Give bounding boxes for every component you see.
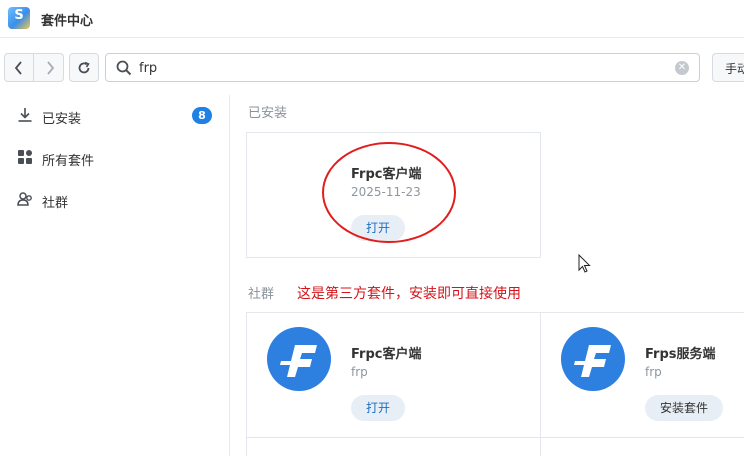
mouse-cursor-icon <box>578 254 591 273</box>
package-center-icon <box>8 7 30 29</box>
community-icon <box>17 192 32 206</box>
sidebar-item-label: 已安装 <box>42 112 82 127</box>
annotation-text: 这是第三方套件，安装即可直接使用 <box>297 286 521 302</box>
download-icon <box>18 108 32 122</box>
package-name: Frps服务端 <box>645 347 716 362</box>
grid-icon <box>18 150 32 164</box>
package-card-frps[interactable]: Frps服务端 frp 安装套件 <box>540 312 744 438</box>
frp-logo-icon <box>561 327 625 391</box>
installed-section-title: 已安装 <box>248 106 288 121</box>
chevron-left-icon <box>14 60 22 75</box>
sidebar-item-all-packages[interactable]: 所有套件 <box>0 139 230 175</box>
search-input[interactable] <box>139 58 659 78</box>
package-card-partial[interactable] <box>246 437 541 456</box>
install-package-button[interactable]: 安装套件 <box>645 395 723 421</box>
package-card-partial[interactable] <box>540 437 744 456</box>
package-subtitle: frp <box>645 365 662 379</box>
search-icon <box>116 60 132 76</box>
installed-count-badge: 8 <box>192 107 212 124</box>
community-section-title: 社群 <box>248 287 275 302</box>
nav-button-group <box>4 53 64 82</box>
sidebar-item-installed[interactable]: 已安装 8 <box>0 97 230 133</box>
sidebar-item-label: 所有套件 <box>42 154 95 169</box>
refresh-button[interactable] <box>69 53 99 82</box>
package-name: Frpc客户端 <box>351 347 422 362</box>
sidebar-item-label: 社群 <box>42 196 69 211</box>
forward-button[interactable] <box>35 54 64 81</box>
sidebar-item-community[interactable]: 社群 <box>0 181 230 217</box>
manual-install-button[interactable]: 手动 <box>712 53 744 82</box>
annotation-ellipse <box>322 142 456 243</box>
chevron-right-icon <box>46 60 54 75</box>
search-box: ✕ <box>105 53 700 82</box>
refresh-icon <box>78 61 90 73</box>
title-bar: 套件中心 <box>0 0 744 38</box>
window-title: 套件中心 <box>41 14 94 29</box>
package-subtitle: frp <box>351 365 368 379</box>
back-button[interactable] <box>5 54 34 81</box>
clear-search-icon[interactable]: ✕ <box>675 61 689 75</box>
package-card-frpc[interactable]: Frpc客户端 frp 打开 <box>246 312 541 438</box>
frp-logo-icon <box>267 327 331 391</box>
open-button[interactable]: 打开 <box>351 395 405 421</box>
sidebar: 已安装 8 所有套件 社群 <box>0 95 230 456</box>
